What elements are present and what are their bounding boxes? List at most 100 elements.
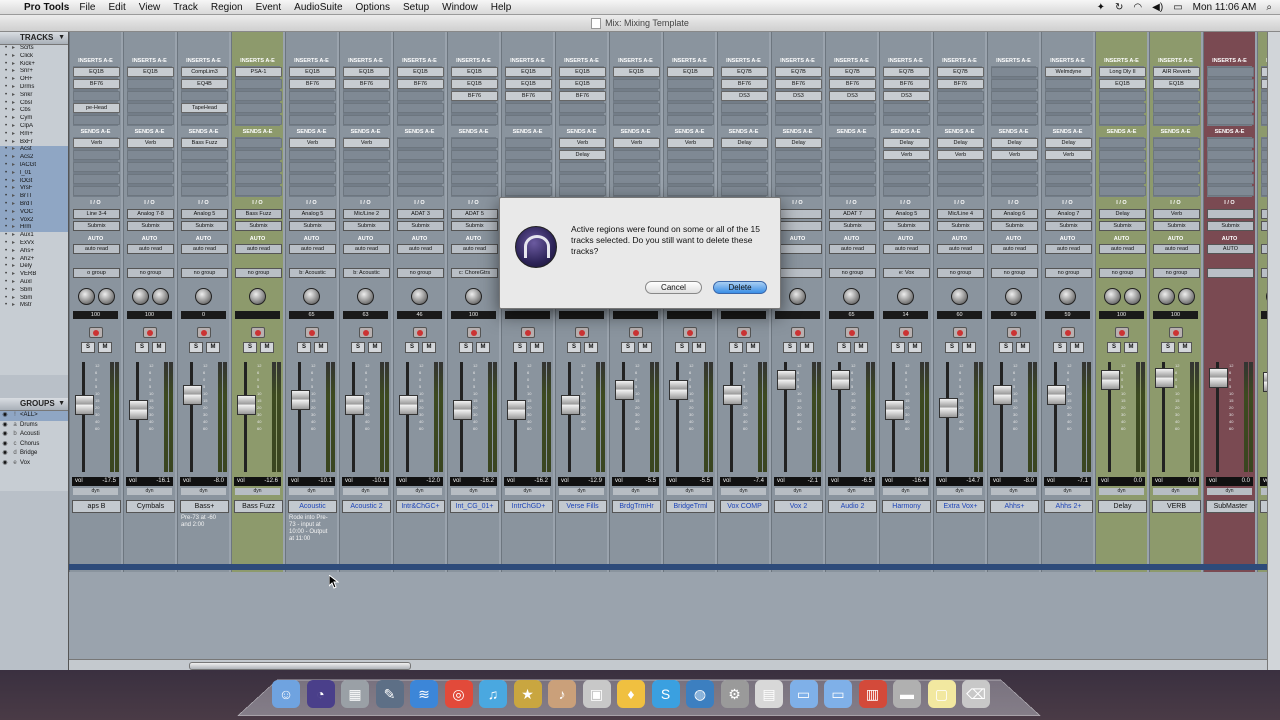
insert-slot[interactable]: EQ1B <box>505 67 552 77</box>
insert-slot[interactable]: pe-Head <box>73 103 120 113</box>
input-selector[interactable] <box>775 209 822 219</box>
send-slot[interactable] <box>883 186 930 196</box>
group-toggle-icon[interactable]: ◉ <box>0 421 10 431</box>
inserts-label[interactable]: INSERTS A-E <box>396 58 443 64</box>
send-slot[interactable]: Delay <box>991 138 1038 148</box>
automation-mode-selector[interactable]: auto read <box>235 244 282 254</box>
pan-knob[interactable] <box>411 288 428 305</box>
network-icon[interactable]: ◍ <box>686 680 714 708</box>
chrome-icon[interactable]: ◎ <box>444 680 473 708</box>
send-slot[interactable] <box>1099 138 1146 148</box>
pan-left-knob[interactable] <box>78 288 95 305</box>
track-comment[interactable] <box>72 514 119 564</box>
inserts-label[interactable]: INSERTS A-E <box>72 58 119 64</box>
send-slot[interactable] <box>775 150 822 160</box>
sends-label[interactable]: SENDS A-E <box>936 129 983 135</box>
visibility-dot-icon[interactable]: • <box>0 61 12 69</box>
send-slot[interactable] <box>1207 186 1254 196</box>
track-list-item[interactable]: • ▸ VERB <box>0 271 68 279</box>
group-selector[interactable]: no group <box>235 268 282 278</box>
clock[interactable]: Mon 11:06 AM <box>1193 2 1257 13</box>
insert-slot[interactable] <box>991 103 1038 113</box>
track-list-item[interactable]: • ▸ Sbm <box>0 295 68 303</box>
group-list-item[interactable]: ◉ b Acousti <box>0 430 68 440</box>
track-comment[interactable] <box>720 514 767 564</box>
insert-slot[interactable]: EQ1B <box>1099 79 1146 89</box>
track-list-item[interactable]: • ▸ lOGt <box>0 177 68 186</box>
visibility-dot-icon[interactable]: • <box>0 68 12 76</box>
send-slot[interactable] <box>1153 150 1200 160</box>
insert-slot[interactable] <box>1207 67 1254 77</box>
track-name[interactable]: aps B <box>72 500 121 513</box>
volume-fader[interactable] <box>993 385 1012 405</box>
insert-slot[interactable] <box>181 115 228 125</box>
solo-button[interactable]: S <box>567 342 581 353</box>
volume-fader[interactable] <box>669 380 688 400</box>
insert-slot[interactable] <box>721 115 768 125</box>
record-button[interactable] <box>899 327 913 338</box>
inserts-label[interactable]: INSERTS A-E <box>288 58 335 64</box>
track-name[interactable]: BridgeTrml <box>666 500 715 513</box>
sends-label[interactable]: SENDS A-E <box>180 129 227 135</box>
track-list-item[interactable]: • ▸ lACGt <box>0 161 68 170</box>
send-slot[interactable] <box>235 138 282 148</box>
input-selector[interactable]: Analog 6 <box>991 209 1038 219</box>
visibility-dot-icon[interactable]: • <box>0 84 12 92</box>
send-slot[interactable] <box>883 162 930 172</box>
send-slot[interactable] <box>829 174 876 184</box>
mute-button[interactable]: M <box>1178 342 1192 353</box>
pan-knob[interactable] <box>897 288 914 305</box>
volume-fader[interactable] <box>723 385 742 405</box>
mute-button[interactable]: M <box>1016 342 1030 353</box>
insert-slot[interactable]: Long Dly II <box>1099 67 1146 77</box>
track-list-item[interactable]: • ▸ Mstr <box>0 302 68 310</box>
track-list[interactable]: • ▸ Scrts • ▸ Click • ▸ Kick+ • ▸ Snr+ • ▸ OH+ • ▸ Drms • ▸… <box>0 45 68 375</box>
track-comment[interactable] <box>1098 514 1145 564</box>
send-slot[interactable] <box>667 162 714 172</box>
volume-fader[interactable] <box>345 395 364 415</box>
pan-knob[interactable] <box>789 288 806 305</box>
insert-slot[interactable]: TapeHead <box>181 103 228 113</box>
track-comment[interactable] <box>774 514 821 564</box>
group-list-item[interactable]: ◉ e Vox <box>0 459 68 469</box>
insert-slot[interactable]: Welmdyne <box>1045 67 1092 77</box>
track-comment[interactable] <box>936 514 983 564</box>
group-selector[interactable]: no group <box>397 268 444 278</box>
mute-button[interactable]: M <box>476 342 490 353</box>
insert-slot[interactable] <box>397 91 444 101</box>
solo-button[interactable]: S <box>135 342 149 353</box>
pan-left-knob[interactable] <box>1104 288 1121 305</box>
output-selector[interactable]: Submix <box>127 221 174 231</box>
insert-slot[interactable]: BF76 <box>559 91 606 101</box>
track-list-item[interactable]: • ▸ Dely <box>0 263 68 271</box>
track-name[interactable]: Acoustic 2 <box>342 500 391 513</box>
insert-slot[interactable] <box>1207 79 1254 89</box>
visibility-dot-icon[interactable]: • <box>0 185 12 193</box>
insert-slot[interactable] <box>559 115 606 125</box>
group-selector[interactable]: no group <box>937 268 984 278</box>
track-list-item[interactable]: • ▸ ExVx <box>0 240 68 248</box>
insert-slot[interactable] <box>289 103 336 113</box>
volume-fader[interactable] <box>183 385 202 405</box>
solo-button[interactable]: S <box>1161 342 1175 353</box>
menu-help[interactable]: Help <box>491 2 512 13</box>
send-slot[interactable] <box>343 174 390 184</box>
insert-slot[interactable] <box>1207 103 1254 113</box>
sends-label[interactable]: SENDS A-E <box>828 129 875 135</box>
track-name[interactable]: Harmony <box>882 500 931 513</box>
folder-icon[interactable]: ▭ <box>824 680 852 708</box>
insert-slot[interactable]: EQ1B <box>343 67 390 77</box>
insert-slot[interactable]: EQ1B <box>559 79 606 89</box>
send-slot[interactable]: Verb <box>343 138 390 148</box>
send-slot[interactable] <box>1153 162 1200 172</box>
send-slot[interactable] <box>235 162 282 172</box>
record-button[interactable] <box>305 327 319 338</box>
mute-button[interactable]: M <box>638 342 652 353</box>
record-button[interactable] <box>1007 327 1021 338</box>
sends-label[interactable]: SENDS A-E <box>1206 129 1253 135</box>
send-slot[interactable]: Bass Fuzz <box>181 138 228 148</box>
inserts-label[interactable]: INSERTS A-E <box>234 58 281 64</box>
send-slot[interactable] <box>1153 138 1200 148</box>
send-slot[interactable] <box>505 186 552 196</box>
guitar-icon[interactable]: ♪ <box>548 680 576 708</box>
